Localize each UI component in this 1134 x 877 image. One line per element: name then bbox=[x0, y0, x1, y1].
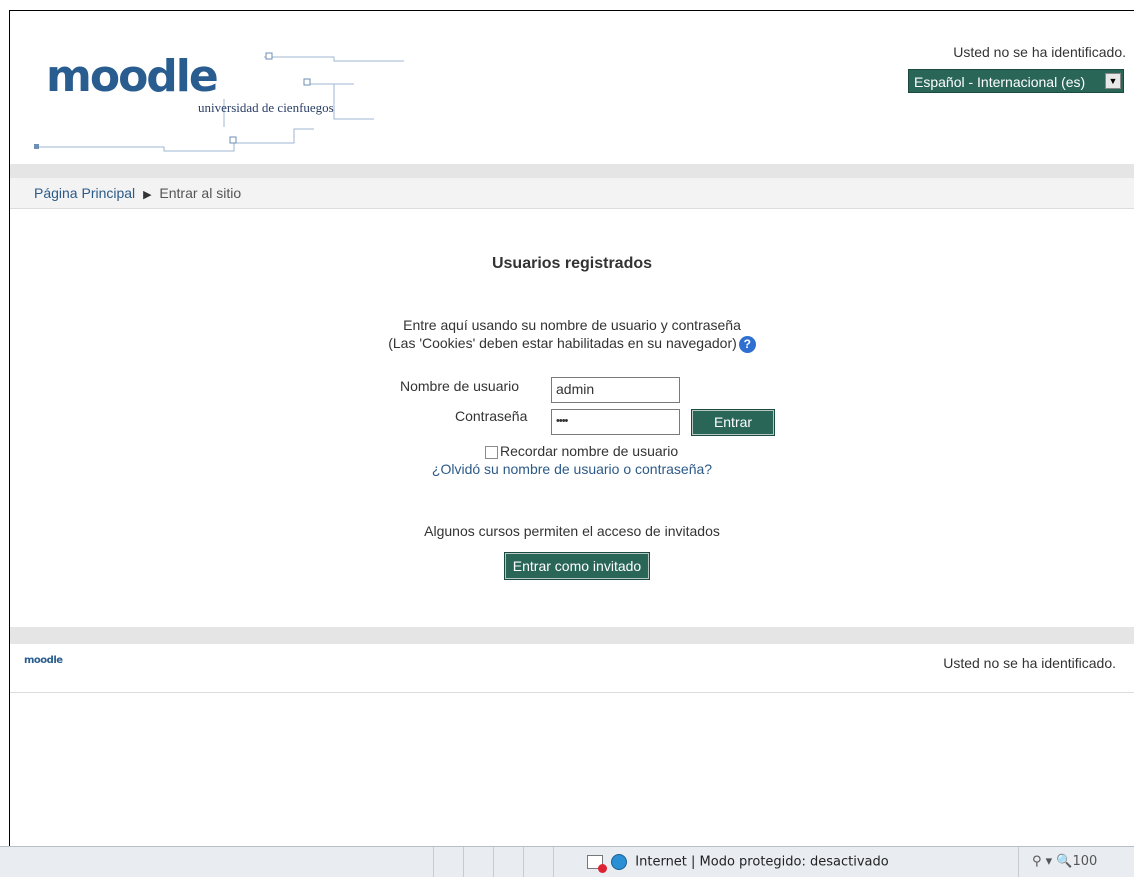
breadcrumb-home-link[interactable]: Página Principal bbox=[34, 185, 135, 201]
page-footer: moodle Usted no se ha identificado. bbox=[10, 644, 1134, 693]
login-description-line2: (Las 'Cookies' deben estar habilitadas e… bbox=[10, 334, 1134, 353]
forgot-password-link: ¿Olvidó su nombre de usuario o contraseñ… bbox=[10, 461, 1134, 477]
status-divider bbox=[1018, 847, 1019, 877]
breadcrumb-separator-icon: ▶ bbox=[143, 189, 152, 201]
remember-username-label: Recordar nombre de usuario bbox=[500, 443, 679, 459]
username-input[interactable]: admin bbox=[551, 377, 680, 403]
help-icon[interactable]: ? bbox=[738, 335, 756, 353]
login-description-line1: Entre aquí usando su nombre de usuario y… bbox=[403, 317, 741, 333]
breadcrumb: Página Principal ▶ Entrar al sitio bbox=[34, 185, 241, 201]
navbar-top-strip bbox=[10, 164, 1134, 178]
status-divider bbox=[463, 847, 464, 877]
guest-login-button[interactable]: Entrar como invitado bbox=[504, 552, 650, 580]
blocked-content-icon[interactable] bbox=[587, 855, 607, 873]
breadcrumb-current: Entrar al sitio bbox=[159, 185, 242, 201]
login-button[interactable]: Entrar bbox=[691, 409, 775, 436]
username-label: Nombre de usuario bbox=[400, 378, 520, 394]
remember-username-checkbox[interactable] bbox=[485, 446, 498, 459]
guest-access-note: Algunos cursos permiten el acceso de inv… bbox=[424, 523, 720, 539]
browser-status-bar: Internet | Modo protegido: desactivado ⚲… bbox=[0, 846, 1134, 877]
footer-moodle-logo[interactable]: moodle bbox=[24, 655, 63, 666]
status-divider bbox=[493, 847, 494, 877]
password-input[interactable]: •••• bbox=[551, 409, 680, 435]
chevron-down-icon[interactable]: ▼ bbox=[1105, 73, 1121, 89]
language-select-value: Español - Internacional (es) bbox=[914, 74, 1086, 90]
status-divider bbox=[523, 847, 524, 877]
footer-top-strip bbox=[10, 627, 1134, 644]
status-divider bbox=[433, 847, 434, 877]
navbar: Página Principal ▶ Entrar al sitio bbox=[10, 178, 1134, 209]
logo-subtitle: universidad de cienfuegos bbox=[198, 100, 334, 115]
password-label: Contraseña bbox=[455, 408, 528, 424]
forgot-password-link-text[interactable]: ¿Olvidó su nombre de usuario o contraseñ… bbox=[432, 461, 712, 477]
login-description: Entre aquí usando su nombre de usuario y… bbox=[10, 316, 1134, 353]
login-title: Usuarios registrados bbox=[491, 255, 653, 272]
cookies-note: (Las 'Cookies' deben estar habilitadas e… bbox=[388, 335, 737, 351]
security-zone-text: Internet | Modo protegido: desactivado bbox=[635, 854, 889, 870]
language-select[interactable]: Español - Internacional (es) ▼ bbox=[908, 69, 1124, 93]
moodle-logo-text: moodle bbox=[46, 51, 219, 102]
globe-icon bbox=[611, 854, 628, 870]
zoom-level[interactable]: ⚲ ▾ 🔍100 bbox=[1032, 854, 1097, 869]
login-status: Usted no se ha identificado. bbox=[953, 44, 1126, 60]
security-zone[interactable]: Internet | Modo protegido: desactivado bbox=[587, 854, 889, 873]
status-divider bbox=[553, 847, 554, 877]
login-box: Usuarios registrados Entre aquí usando s… bbox=[10, 209, 1134, 627]
footer-login-status: Usted no se ha identificado. bbox=[943, 655, 1116, 671]
